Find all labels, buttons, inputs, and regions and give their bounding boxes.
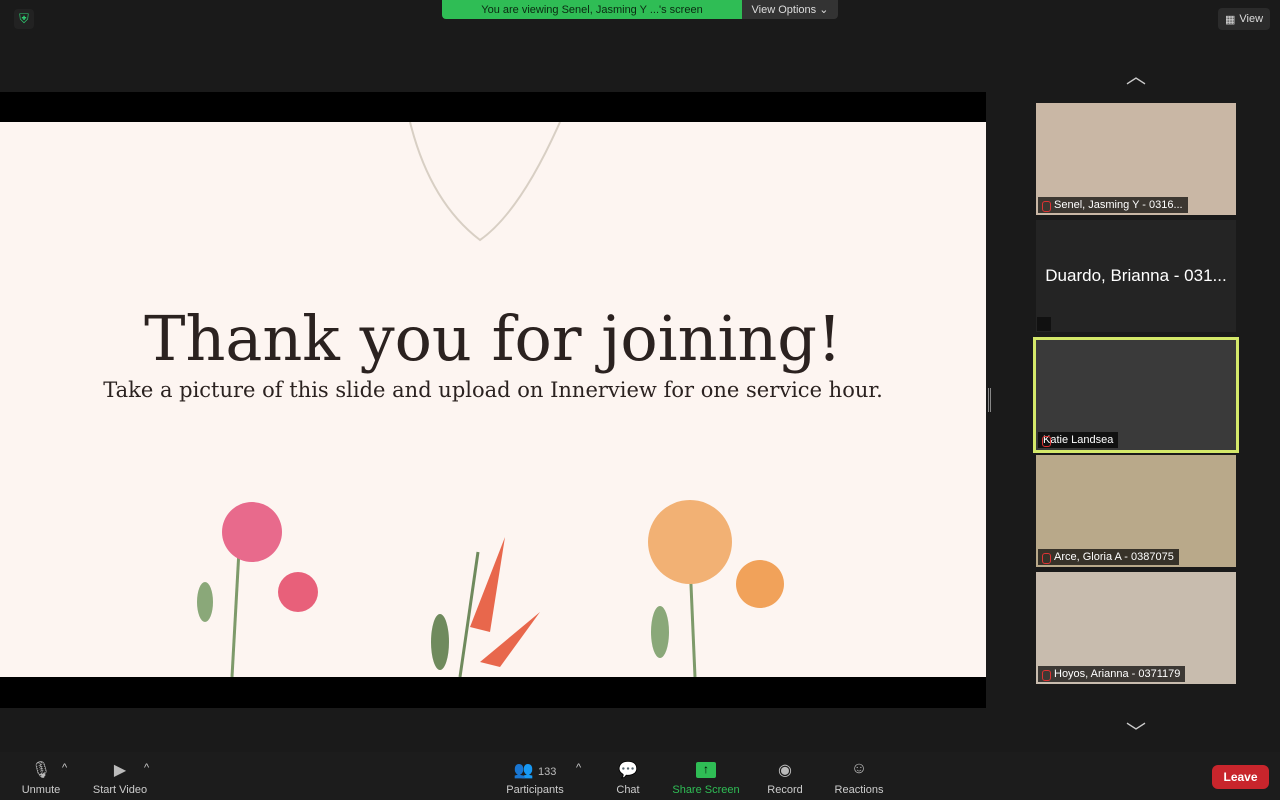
unmute-label: Unmute [21, 784, 61, 796]
slide-title: Thank you for joining! [144, 302, 842, 375]
reactions-button[interactable]: ☺ Reactions [832, 760, 886, 796]
record-icon: ◉ [778, 762, 792, 779]
meeting-toolbar: 🎙 Unmute ^ ▶ Start Video ^ 👥 133 Participan… [0, 752, 1280, 800]
participant-name: Senel, Jasming Y - 0316... [1038, 197, 1188, 213]
security-shield-icon[interactable]: ⛨ [14, 9, 34, 29]
participants-button[interactable]: 👥 133 Participants [502, 760, 568, 796]
chat-icon: 💬 [618, 762, 638, 779]
participant-name: Katie Landsea [1038, 432, 1119, 448]
leave-button[interactable]: Leave [1212, 765, 1269, 789]
participants-icon: 👥 133 [513, 762, 557, 779]
share-screen-label: Share Screen [672, 784, 740, 796]
view-button[interactable]: ▦ View [1218, 8, 1270, 30]
participants-options-caret[interactable]: ^ [576, 762, 581, 774]
reactions-label: Reactions [834, 784, 884, 796]
participant-name: Arce, Gloria A - 0387075 [1038, 549, 1179, 565]
share-screen-button[interactable]: ↑ Share Screen [670, 760, 742, 796]
participant-tile[interactable]: Arce, Gloria A - 0387075 [1036, 455, 1236, 567]
grid-icon: ▦ [1224, 13, 1236, 26]
muted-mic-icon: 🎙 [30, 762, 52, 779]
record-label: Record [767, 784, 803, 796]
slide: Thank you for joining! Take a picture of… [0, 122, 986, 677]
participant-tile[interactable]: Hoyos, Arianna - 0371179 [1036, 572, 1236, 684]
record-button[interactable]: ◉ Record [764, 760, 806, 796]
audio-options-caret[interactable]: ^ [62, 762, 67, 774]
view-options-button[interactable]: View Options ⌄ [742, 0, 838, 19]
participant-name: Hoyos, Arianna - 0371179 [1038, 666, 1186, 682]
slide-subtitle: Take a picture of this slide and upload … [103, 378, 883, 402]
view-label: View [1239, 13, 1264, 25]
participant-tile[interactable]: Duardo, Brianna - 031... [1036, 220, 1236, 332]
participant-count: 133 [538, 766, 557, 778]
muted-mic-icon [1037, 317, 1051, 331]
share-screen-icon: ↑ [670, 760, 742, 780]
scroll-down-chevron-icon[interactable]: ﹀ [1120, 716, 1152, 744]
scroll-up-chevron-icon[interactable]: ︿ [1120, 60, 1152, 88]
participant-name: Duardo, Brianna - 031... [1045, 266, 1227, 285]
chat-button[interactable]: 💬 Chat [610, 760, 646, 796]
start-video-label: Start Video [92, 784, 148, 796]
participant-tile[interactable]: Senel, Jasming Y - 0316... [1036, 103, 1236, 215]
participant-tile-active-speaker[interactable]: Katie Landsea [1033, 337, 1239, 453]
reactions-icon: ☺ [850, 760, 868, 777]
resize-handle[interactable] [988, 388, 991, 412]
video-off-icon: ▶ [113, 762, 127, 779]
viewing-banner: You are viewing Senel, Jasming Y ...'s s… [442, 0, 742, 19]
unmute-button[interactable]: 🎙 Unmute [18, 760, 64, 796]
video-options-caret[interactable]: ^ [144, 762, 149, 774]
start-video-button[interactable]: ▶ Start Video [90, 760, 150, 796]
participants-label: Participants [506, 784, 564, 796]
chat-label: Chat [616, 784, 640, 796]
